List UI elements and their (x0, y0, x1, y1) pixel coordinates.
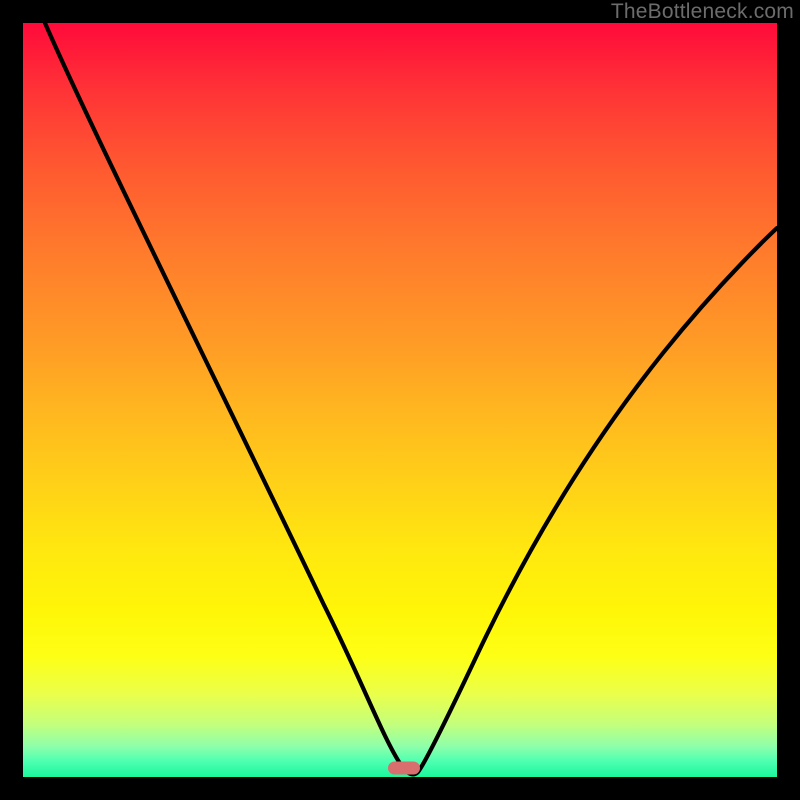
optimal-point-marker (388, 762, 420, 775)
watermark-text: TheBottleneck.com (611, 0, 794, 24)
chart-frame: TheBottleneck.com (0, 0, 800, 800)
curve-path (45, 23, 777, 774)
bottleneck-curve (23, 23, 777, 777)
plot-area (23, 23, 777, 777)
